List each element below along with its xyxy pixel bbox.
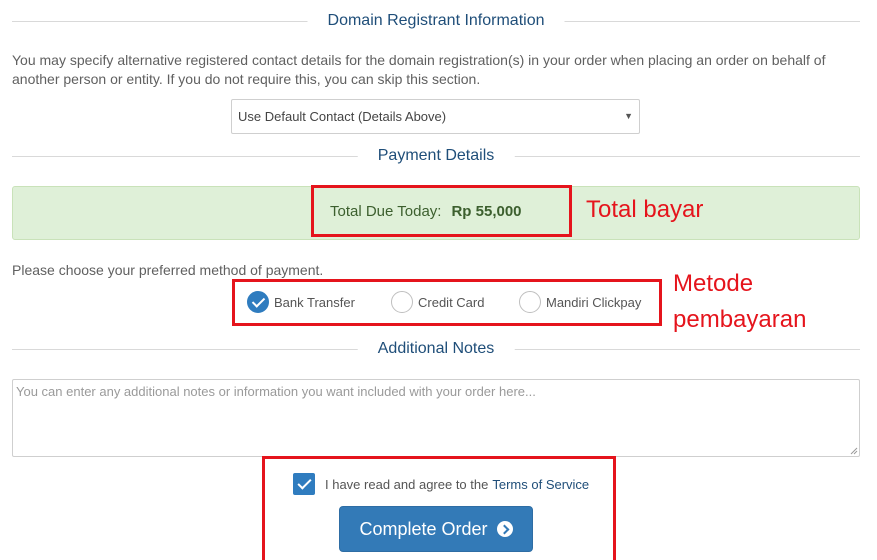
- annotation-method-box: [232, 279, 662, 326]
- resize-grip-icon[interactable]: [850, 447, 858, 455]
- additional-notes-header: Additional Notes: [12, 337, 860, 361]
- domain-registrant-header: Domain Registrant Information: [12, 9, 860, 33]
- annotation-total-box: [311, 185, 572, 237]
- contact-select[interactable]: Use Default Contact (Details Above) ▼: [231, 99, 640, 134]
- notes-textarea[interactable]: [12, 379, 860, 457]
- annotation-method-label-2: pembayaran: [673, 306, 807, 333]
- contact-select-value: Use Default Contact (Details Above): [238, 109, 447, 124]
- registrant-description: You may specify alternative registered c…: [12, 52, 826, 87]
- section-title: Domain Registrant Information: [307, 9, 565, 33]
- payment-details-header: Payment Details: [12, 144, 860, 168]
- caret-down-icon: ▼: [624, 111, 633, 121]
- annotation-order-box: [262, 456, 616, 560]
- section-title: Payment Details: [357, 144, 515, 168]
- section-title: Additional Notes: [357, 337, 515, 361]
- payment-method-prompt: Please choose your preferred method of p…: [12, 262, 324, 278]
- annotation-method-label-1: Metode: [673, 270, 754, 297]
- annotation-total-label: Total bayar: [586, 196, 704, 223]
